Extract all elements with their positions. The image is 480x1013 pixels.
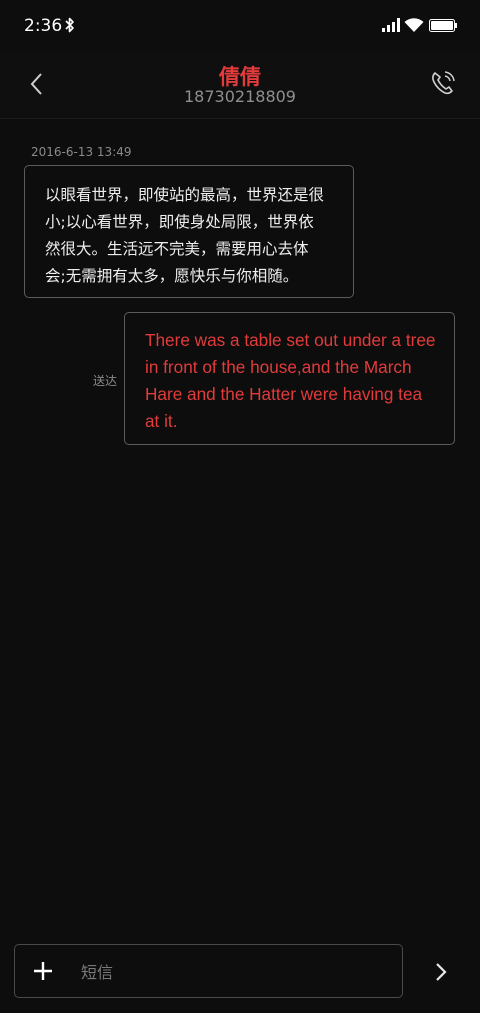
battery-icon	[429, 19, 457, 32]
message-composer	[14, 944, 403, 998]
conversation-header: 倩倩 18730218809	[0, 52, 480, 118]
status-bar: 2:36	[0, 0, 480, 52]
outgoing-message-line: There was a table set out under a tree	[145, 330, 436, 350]
outgoing-message-line: Hare and the Hatter were having tea	[145, 384, 423, 404]
outgoing-message-line: in front of the house,and the March	[145, 357, 412, 377]
bluetooth-icon	[65, 17, 74, 33]
incoming-message-line: 然很大。生活远不完美，需要用心去体	[45, 240, 309, 258]
incoming-message-line: 小;以心看世界，即使身处局限，世界依	[45, 213, 314, 231]
status-time: 2:36	[24, 16, 63, 36]
message-timestamp: 2016-6-13 13:49	[31, 145, 132, 159]
delivery-status: 送达	[93, 374, 118, 388]
incoming-message-line: 会;无需拥有太多，愿快乐与你相随。	[45, 267, 299, 285]
phone-icon[interactable]	[430, 70, 456, 96]
outgoing-message-line: at it.	[145, 411, 178, 431]
incoming-message-line: 以眼看世界，即使站的最高，世界还是很	[45, 186, 325, 204]
message-input[interactable]	[79, 953, 383, 991]
plus-icon[interactable]	[33, 961, 53, 981]
wifi-icon	[404, 18, 424, 32]
send-chevron-icon[interactable]	[432, 960, 450, 984]
signal-icon	[382, 18, 400, 32]
outgoing-message-bubble[interactable]: There was a table set out under a tree i…	[124, 312, 455, 445]
contact-number: 18730218809	[184, 87, 296, 106]
incoming-message-bubble[interactable]: 以眼看世界，即使站的最高，世界还是很 小;以心看世界，即使身处局限，世界依 然很…	[24, 165, 354, 298]
header-divider	[0, 118, 480, 119]
